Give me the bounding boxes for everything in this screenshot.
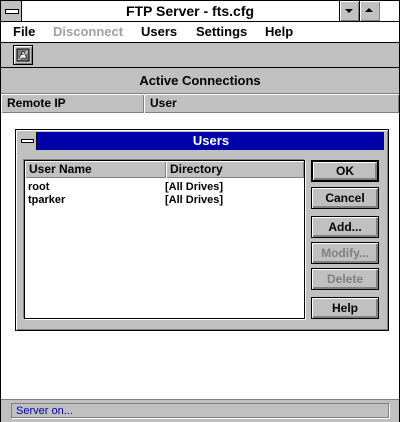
status-text: Server on... (11, 403, 389, 418)
users-tool-button[interactable] (13, 45, 33, 65)
list-item[interactable]: tparker [All Drives] (25, 194, 304, 207)
menu-settings[interactable]: Settings (196, 24, 247, 39)
window-title: FTP Server - fts.cfg (125, 3, 255, 19)
menu-users[interactable]: Users (141, 24, 177, 39)
menu-file[interactable]: File (13, 24, 35, 39)
user-name: root (28, 181, 50, 193)
list-item[interactable]: root [All Drives] (25, 181, 304, 194)
users-tool-icon (16, 48, 30, 62)
system-menu-icon[interactable] (1, 1, 22, 21)
users-list[interactable]: User Name Directory root [All Drives] tp… (24, 160, 305, 319)
maximize-arrow-icon (365, 8, 373, 12)
user-directory: [All Drives] (165, 194, 224, 206)
status-bar: Server on... (1, 399, 399, 422)
user-directory: [All Drives] (165, 181, 224, 193)
active-connections-header: Active Connections (1, 68, 399, 94)
ftp-server-window: FTP Server - fts.cfg File Disconnect Use… (0, 0, 400, 422)
menu-disconnect[interactable]: Disconnect (53, 24, 123, 39)
menu-bar: File Disconnect Users Settings Help (1, 22, 399, 43)
help-button[interactable]: Help (311, 297, 379, 319)
dialog-system-menu-icon[interactable] (18, 132, 37, 150)
cancel-button[interactable]: Cancel (311, 187, 379, 209)
users-dialog-title-bar: Users (18, 132, 384, 150)
column-header-user[interactable]: User (144, 94, 399, 113)
menu-help[interactable]: Help (265, 24, 293, 39)
column-header-remote-ip[interactable]: Remote IP (1, 94, 144, 113)
users-dialog: Users User Name Directory root [All Driv… (15, 129, 389, 331)
ok-button[interactable]: OK (311, 160, 379, 182)
maximize-button[interactable] (359, 1, 380, 21)
add-user-button[interactable]: Add... (311, 216, 379, 238)
column-header-directory[interactable]: Directory (166, 161, 304, 178)
minimize-arrow-icon (345, 9, 353, 13)
toolbar (1, 43, 399, 68)
minimize-button[interactable] (339, 1, 359, 21)
delete-user-button[interactable]: Delete (311, 268, 379, 290)
user-name: tparker (28, 194, 66, 206)
users-dialog-title: Users (192, 133, 230, 148)
modify-user-button[interactable]: Modify... (311, 242, 379, 264)
title-bar: FTP Server - fts.cfg (1, 1, 399, 22)
column-header-user-name[interactable]: User Name (25, 161, 166, 178)
